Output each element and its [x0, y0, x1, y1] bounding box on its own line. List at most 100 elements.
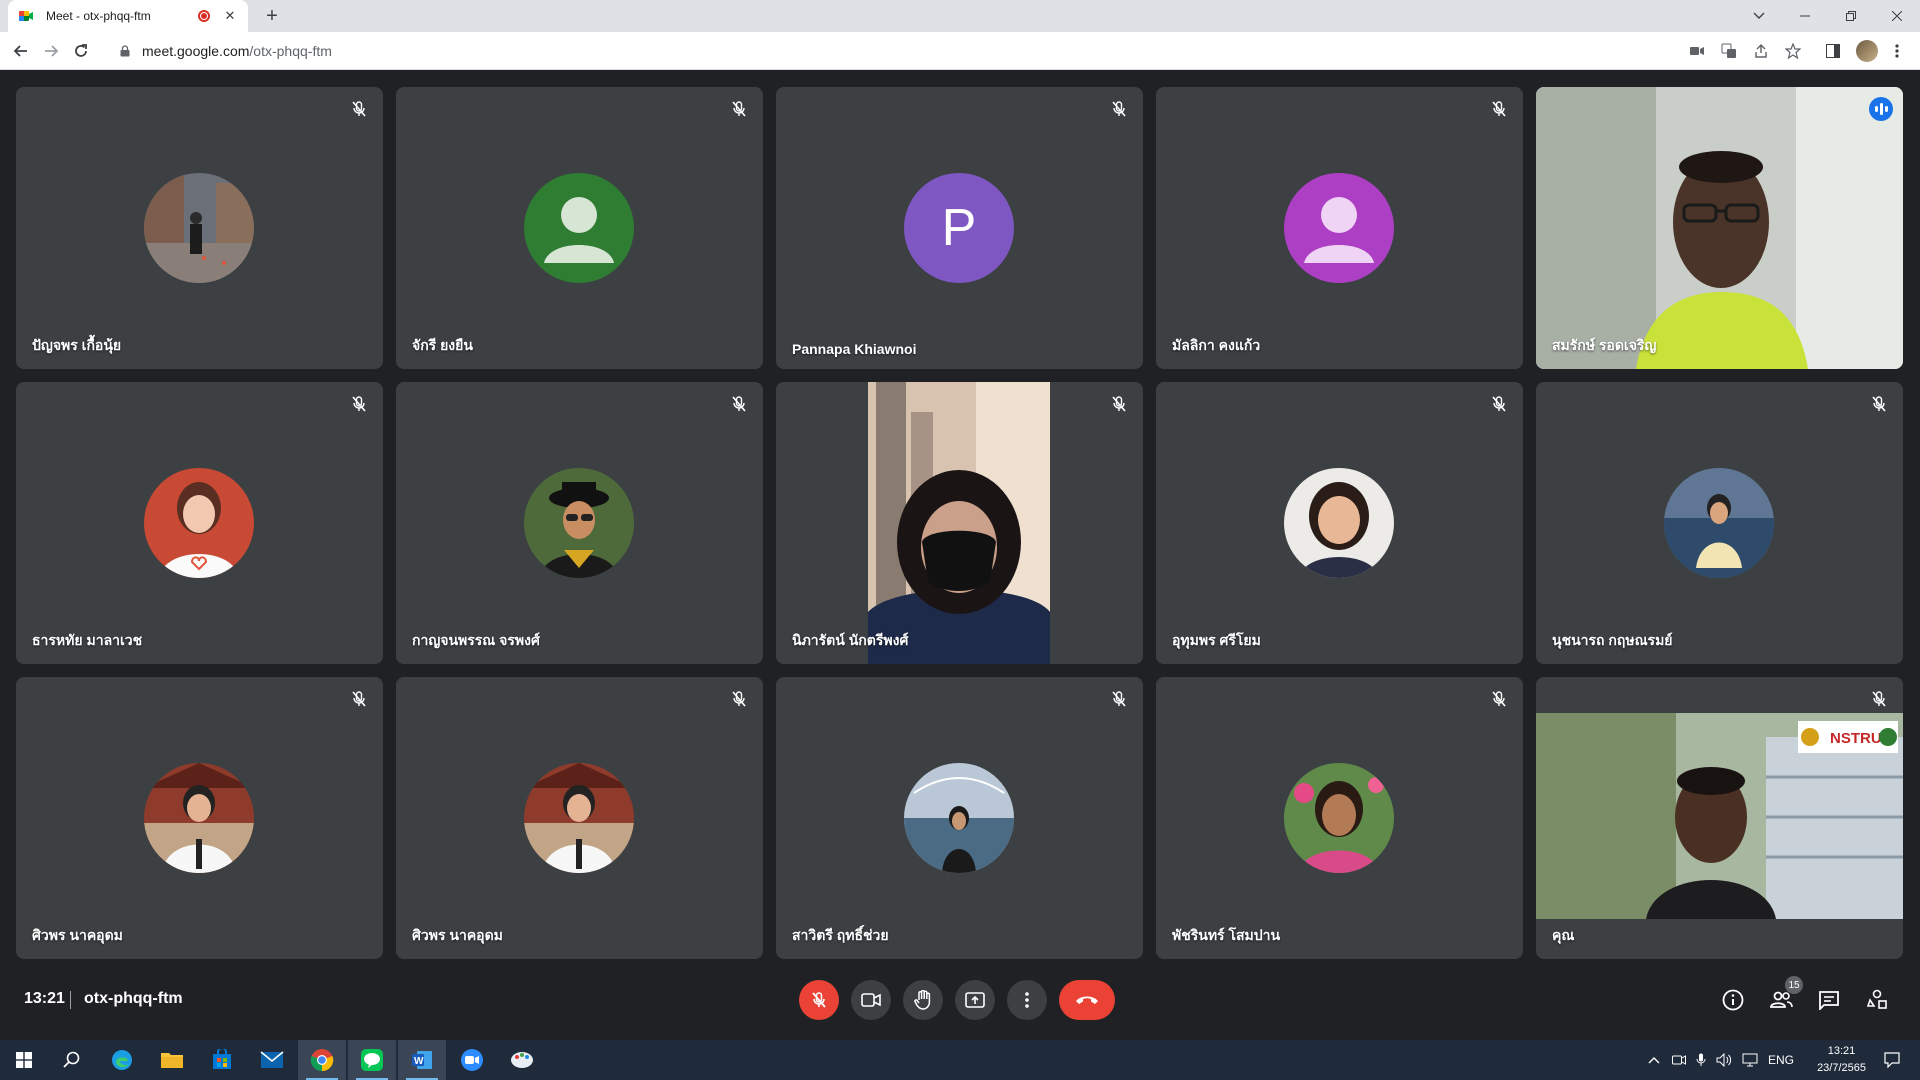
file-explorer-icon[interactable]	[148, 1040, 196, 1080]
avatar	[144, 468, 254, 578]
meeting-details-icon[interactable]	[1713, 980, 1753, 1020]
reload-icon[interactable]	[70, 40, 92, 62]
url-host: meet.google.com	[142, 43, 250, 59]
participant-name: จักรี ยงยืน	[412, 337, 473, 353]
close-tab-icon[interactable]: ✕	[222, 8, 238, 24]
bookmark-star-icon[interactable]	[1784, 42, 1802, 60]
raise-hand-button[interactable]	[903, 980, 943, 1020]
taskbar-clock[interactable]: 13:21 23/7/2565	[1817, 1043, 1866, 1077]
participant-tile[interactable]: ศิวพร นาคอุดม	[16, 677, 383, 959]
participant-name: กาญจนพรรณ จรพงศ์	[412, 632, 540, 648]
participant-tile[interactable]: ปัญจพร เกื้อนุ้ย	[16, 87, 383, 369]
translate-icon[interactable]	[1720, 42, 1738, 60]
generic-user-icon	[1284, 173, 1394, 283]
browser-toolbar: meet.google.com/otx-phqq-ftm	[0, 32, 1920, 70]
mic-off-icon	[727, 97, 751, 121]
browser-tab-bar: Meet - otx-phqq-ftm ✕ +	[0, 0, 1920, 32]
participant-name: ปัญจพร เกื้อนุ้ย	[32, 337, 122, 353]
participant-tile-self[interactable]: NSTRU คุณ	[1536, 677, 1903, 959]
participant-name: นิภารัตน์ นักตรีพงศ์	[792, 632, 909, 648]
back-arrow-icon[interactable]	[10, 40, 32, 62]
mic-off-icon	[1107, 687, 1131, 711]
participant-tile[interactable]: พัชรินทร์ โสมปาน	[1156, 677, 1523, 959]
camera-toggle-button[interactable]	[851, 980, 891, 1020]
notification-icon[interactable]	[1868, 1040, 1916, 1080]
mic-off-icon	[347, 97, 371, 121]
mic-off-icon	[1867, 392, 1891, 416]
more-menu-icon[interactable]	[1888, 42, 1906, 60]
tab-title: Meet - otx-phqq-ftm	[46, 9, 151, 23]
side-panel-icon[interactable]	[1824, 42, 1842, 60]
taskbar-date: 23/7/2565	[1817, 1062, 1866, 1074]
zoom-icon[interactable]	[448, 1040, 496, 1080]
close-window-button[interactable]	[1874, 0, 1920, 32]
participant-name: คุณ	[1552, 927, 1575, 943]
participant-tile[interactable]: มัลลิกา คงแก้ว	[1156, 87, 1523, 369]
participant-tile[interactable]: P Pannapa Khiawnoi	[776, 87, 1143, 369]
tab-search-icon[interactable]	[1736, 0, 1782, 32]
people-count-badge: 15	[1785, 976, 1803, 994]
language-indicator[interactable]: ENG	[1768, 1053, 1794, 1067]
url-path: /otx-phqq-ftm	[249, 43, 332, 59]
avatar	[524, 468, 634, 578]
more-options-button[interactable]	[1007, 980, 1047, 1020]
mic-off-icon	[1107, 97, 1131, 121]
forward-arrow-icon[interactable]	[40, 40, 62, 62]
meet-indicator-icon[interactable]	[1672, 1054, 1686, 1066]
word-icon[interactable]: W	[398, 1040, 446, 1080]
show-hidden-icons-icon[interactable]	[1648, 1056, 1660, 1064]
participant-video	[1536, 87, 1903, 369]
mic-off-icon	[347, 687, 371, 711]
restore-button[interactable]	[1828, 0, 1874, 32]
profile-avatar[interactable]	[1856, 40, 1878, 62]
search-icon[interactable]	[48, 1040, 96, 1080]
chrome-icon[interactable]	[298, 1040, 346, 1080]
volume-icon[interactable]	[1716, 1053, 1732, 1067]
new-tab-button[interactable]: +	[260, 4, 284, 28]
mail-icon[interactable]	[248, 1040, 296, 1080]
participant-tile[interactable]: นุชนารถ กฤษณรมย์	[1536, 382, 1903, 664]
edge-icon[interactable]	[98, 1040, 146, 1080]
participant-tile[interactable]: อุทุมพร ศรีโยม	[1156, 382, 1523, 664]
participant-name: Pannapa Khiawnoi	[792, 341, 917, 357]
activities-button[interactable]	[1857, 980, 1897, 1020]
divider	[70, 991, 71, 1009]
chat-button[interactable]	[1809, 980, 1849, 1020]
store-icon[interactable]	[198, 1040, 246, 1080]
mic-toggle-button[interactable]	[799, 980, 839, 1020]
participant-tile[interactable]: จักรี ยงยืน	[396, 87, 763, 369]
speaking-indicator-icon	[1869, 97, 1893, 121]
avatar	[1284, 763, 1394, 873]
participant-tile[interactable]: ศิวพร นาคอุดม	[396, 677, 763, 959]
avatar	[1284, 468, 1394, 578]
share-icon[interactable]	[1752, 42, 1770, 60]
browser-tab[interactable]: Meet - otx-phqq-ftm ✕	[8, 0, 248, 32]
participant-tile[interactable]: สาวิตรี ฤทธิ์ช่วย	[776, 677, 1143, 959]
google-meet-icon	[19, 11, 33, 21]
participant-name: สาวิตรี ฤทธิ์ช่วย	[792, 927, 889, 943]
generic-user-icon	[524, 173, 634, 283]
meeting-controls-bar: 13:21 otx-phqq-ftm 15	[0, 975, 1920, 1040]
minimize-button[interactable]	[1782, 0, 1828, 32]
mic-off-icon	[1867, 687, 1891, 711]
paint-icon[interactable]	[498, 1040, 546, 1080]
microphone-icon[interactable]	[1696, 1053, 1706, 1067]
people-button[interactable]: 15	[1761, 976, 1803, 1020]
participant-name: ธารหทัย มาลาเวช	[32, 632, 143, 648]
leave-call-button[interactable]	[1059, 980, 1115, 1020]
participant-tile[interactable]: ธารหทัย มาลาเวช	[16, 382, 383, 664]
line-app-icon[interactable]	[348, 1040, 396, 1080]
participant-name: ศิวพร นาคอุดม	[32, 927, 123, 943]
participant-name: นุชนารถ กฤษณรมย์	[1552, 632, 1673, 648]
network-icon[interactable]	[1742, 1053, 1758, 1067]
avatar-letter: P	[904, 173, 1014, 283]
participant-tile[interactable]: นิภารัตน์ นักตรีพงศ์	[776, 382, 1143, 664]
camera-in-use-icon[interactable]	[1688, 42, 1706, 60]
avatar	[144, 173, 254, 283]
participant-tile-speaking[interactable]: สมรักษ์ รอดเจริญ	[1536, 87, 1903, 369]
present-screen-button[interactable]	[955, 980, 995, 1020]
windows-start-icon[interactable]	[0, 1040, 48, 1080]
address-bar[interactable]: meet.google.com/otx-phqq-ftm	[108, 37, 1808, 65]
participant-tile[interactable]: กาญจนพรรณ จรพงศ์	[396, 382, 763, 664]
self-video: NSTRU	[1536, 677, 1903, 959]
